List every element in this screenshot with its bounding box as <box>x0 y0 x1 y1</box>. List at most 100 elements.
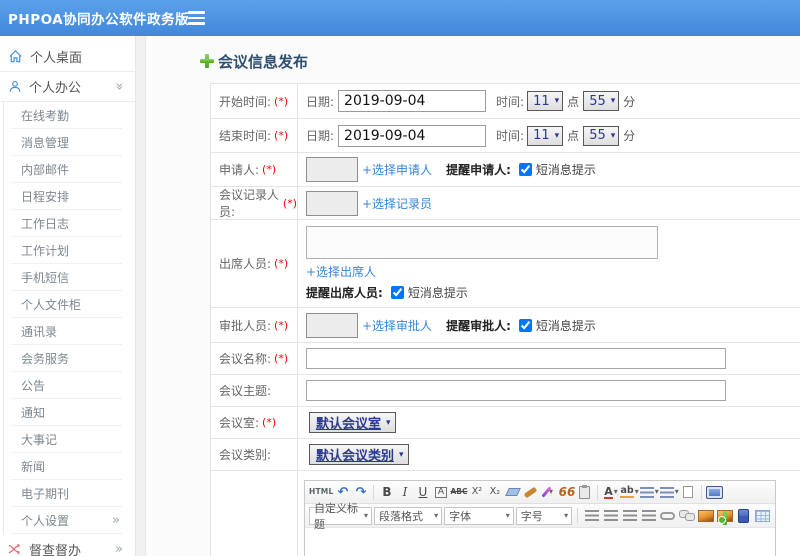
paragraph-select[interactable]: 段落格式 ▾ <box>374 506 443 525</box>
remove-link-button[interactable] <box>678 507 695 525</box>
blockquote-icon[interactable]: 66 <box>558 483 576 501</box>
align-left-button[interactable] <box>583 507 600 525</box>
html-source-button[interactable]: HTML <box>309 483 333 501</box>
sidebar-item-announcement[interactable]: 公告 <box>11 372 122 399</box>
sidebar-item-memorabilia[interactable]: 大事记 <box>11 426 122 453</box>
auto-typeset-button[interactable]: ▾ <box>540 483 557 501</box>
sidebar-item-meeting-service[interactable]: 会务服务 <box>11 345 122 372</box>
align-center-button[interactable] <box>602 507 619 525</box>
approver-label: 审批人员: (*) <box>211 308 298 342</box>
sidebar-item-supervision[interactable]: 督查督办 » <box>0 534 135 556</box>
sidebar-item-personal-desktop[interactable]: 个人桌面 <box>0 42 135 72</box>
applicant-sms-checkbox[interactable] <box>518 163 532 176</box>
sidebar-item-internal-mail[interactable]: 内部邮件 <box>11 156 122 183</box>
end-time-label: 结束时间: (*) <box>211 119 298 152</box>
eraser-icon <box>505 488 521 496</box>
meeting-category-select[interactable]: 默认会议类别 ▾ <box>309 444 409 465</box>
main-content: 会议信息发布 开始时间:(*) 日期: 时间: 11▾ 点 55▾ 分 <box>146 36 800 556</box>
char-border-icon[interactable]: A <box>435 486 447 498</box>
sidebar-item-work-plan[interactable]: 工作计划 <box>11 237 122 264</box>
choose-approver-link[interactable]: +选择审批人 <box>362 317 432 334</box>
brush-icon <box>524 486 538 498</box>
meeting-room-select[interactable]: 默认会议室 ▾ <box>309 412 396 433</box>
required-mark: (*) <box>274 257 289 270</box>
sidebar-item-label: 个人文件柜 <box>21 297 82 312</box>
sidebar-item-online-attendance[interactable]: 在线考勤 <box>11 102 122 129</box>
sidebar-item-label: 消息管理 <box>21 135 70 150</box>
required-mark: (*) <box>274 318 289 332</box>
start-date-input[interactable] <box>338 90 487 112</box>
insert-table-button[interactable] <box>754 507 771 525</box>
bold-icon[interactable]: B <box>378 483 395 501</box>
recorder-input[interactable] <box>306 190 358 216</box>
remind-attendees-label: 提醒出席人员: <box>306 286 383 300</box>
fullscreen-button[interactable] <box>705 483 723 501</box>
underline-icon[interactable]: U <box>414 483 431 501</box>
undo-icon[interactable]: ↶ <box>334 483 351 501</box>
align-justify-button[interactable] <box>640 507 657 525</box>
sidebar-item-sms[interactable]: 手机短信 <box>11 264 122 291</box>
app-window: PHPOA协同办公软件政务版 个人桌面 个人办公 » 在线考勤 消息管理 内部邮… <box>0 0 800 556</box>
sidebar-item-work-log[interactable]: 工作日志 <box>11 210 122 237</box>
sidebar-item-personal-office[interactable]: 个人办公 » <box>0 72 135 102</box>
sidebar-item-notice[interactable]: 通知 <box>11 399 122 426</box>
redo-icon[interactable]: ↷ <box>352 483 369 501</box>
meeting-name-input[interactable] <box>306 348 726 369</box>
applicant-input[interactable] <box>306 157 358 182</box>
required-mark: (*) <box>274 352 289 365</box>
fontsize-select[interactable]: 字号 ▾ <box>515 506 573 525</box>
editor-content-area[interactable] <box>305 528 775 556</box>
sidebar-item-news[interactable]: 新闻 <box>11 453 122 480</box>
end-minute-select[interactable]: 55 ▾ <box>583 125 620 146</box>
font-color-button[interactable]: A ▾ <box>602 483 619 501</box>
font-select[interactable]: 字体 ▾ <box>444 506 514 525</box>
align-justify-icon <box>641 510 656 521</box>
superscript-icon[interactable]: X² <box>468 483 485 501</box>
sidebar-item-schedule[interactable]: 日程安排 <box>11 183 122 210</box>
sidebar-item-contacts[interactable]: 通讯录 <box>11 318 122 345</box>
align-right-icon <box>622 510 637 521</box>
meeting-subject-input[interactable] <box>306 380 726 401</box>
approver-input[interactable] <box>306 312 358 338</box>
choose-applicant-link[interactable]: +选择申请人 <box>362 161 432 178</box>
sidebar-item-label: 督查督办 <box>29 543 82 556</box>
attendees-textarea[interactable] <box>306 226 658 259</box>
sidebar-item-label: 会务服务 <box>21 351 70 366</box>
italic-icon[interactable]: I <box>396 483 413 501</box>
format-brush-button[interactable] <box>522 483 539 501</box>
end-hour-select[interactable]: 11 ▾ <box>527 125 564 146</box>
unordered-list-button[interactable]: ▾ <box>659 483 679 501</box>
insert-link-button[interactable] <box>659 507 676 525</box>
multi-image-button[interactable] <box>716 507 733 525</box>
heading-select[interactable]: 自定义标题 ▾ <box>309 502 373 531</box>
subscript-icon[interactable]: X₂ <box>486 483 503 501</box>
choose-recorder-link[interactable]: +选择记录员 <box>362 195 432 212</box>
insert-media-button[interactable] <box>735 507 752 525</box>
choose-attendees-link[interactable]: +选择出席人 <box>306 263 376 280</box>
approver-sms-checkbox[interactable] <box>518 318 532 332</box>
form-row-recorder: 会议记录人员: (*) +选择记录员 <box>211 187 800 220</box>
sidebar-item-message-management[interactable]: 消息管理 <box>11 129 122 156</box>
start-minute-select[interactable]: 55 ▾ <box>583 91 620 111</box>
insert-image-button[interactable] <box>697 507 714 525</box>
start-hour-select[interactable]: 11 ▾ <box>527 91 564 111</box>
clear-format-button[interactable] <box>504 483 521 501</box>
align-right-button[interactable] <box>621 507 638 525</box>
paste-button[interactable] <box>576 483 593 501</box>
ordered-list-button[interactable]: ▾ <box>639 483 659 501</box>
required-mark: (*) <box>282 196 297 210</box>
strikethrough-icon[interactable]: ABC <box>450 483 467 501</box>
end-date-input[interactable] <box>338 124 487 147</box>
form-row-approver: 审批人员: (*) +选择审批人 提醒审批人: 短消息提示 <box>211 308 800 343</box>
sidebar-item-personal-settings[interactable]: 个人设置 » <box>11 507 122 534</box>
attendees-sms-checkbox[interactable] <box>390 286 404 299</box>
select-arrow-icon: ▾ <box>386 417 391 428</box>
sidebar-item-personal-files[interactable]: 个人文件柜 <box>11 291 122 318</box>
highlight-color-button[interactable]: ab ▾ <box>620 483 639 501</box>
menu-icon[interactable] <box>188 11 206 25</box>
dropdown-caret-icon: ▾ <box>654 487 659 496</box>
sidebar-item-label: 在线考勤 <box>21 108 70 123</box>
sidebar-item-e-journal[interactable]: 电子期刊 <box>11 480 122 507</box>
new-page-button[interactable] <box>680 483 697 501</box>
sidebar-scrollbar[interactable] <box>135 36 146 556</box>
